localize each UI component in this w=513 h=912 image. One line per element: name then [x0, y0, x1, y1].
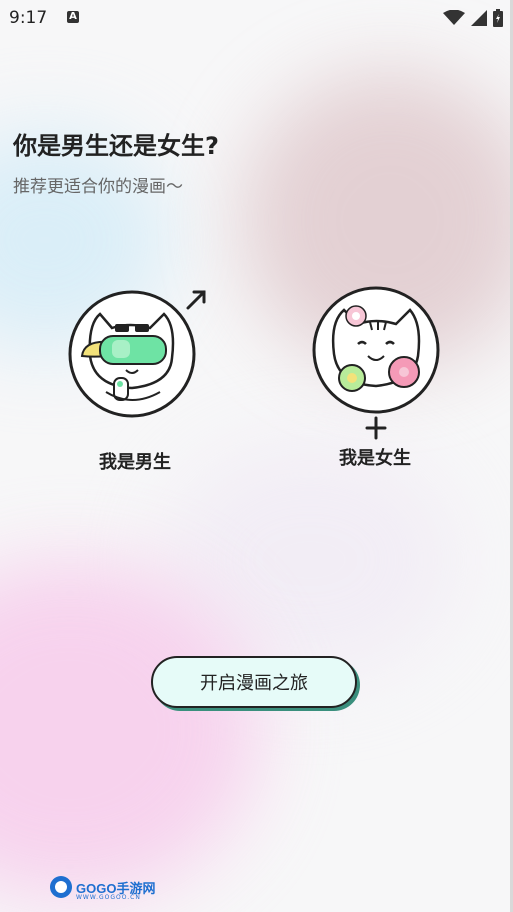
page-subtitle: 推荐更适合你的漫画～	[13, 177, 183, 197]
female-symbol-icon	[365, 416, 387, 440]
start-journey-button[interactable]: 开启漫画之旅	[151, 656, 357, 708]
male-symbol-icon	[186, 290, 206, 310]
female-choice[interactable]: 我是女生	[300, 286, 450, 470]
status-icons	[443, 9, 503, 27]
signal-icon	[471, 10, 487, 26]
page-title: 你是男生还是女生?	[13, 132, 219, 160]
status-bar: 9:17 A	[0, 0, 513, 36]
female-avatar[interactable]	[312, 286, 440, 440]
battery-icon	[493, 9, 503, 27]
a-icon: A	[67, 11, 79, 23]
male-label[interactable]: 我是男生	[60, 448, 210, 474]
wifi-icon	[443, 10, 465, 25]
watermark-url: WWW.GOGOO.CN	[76, 894, 141, 901]
male-avatar[interactable]	[68, 290, 206, 418]
status-time: 9:17	[9, 8, 48, 28]
gogo-logo-icon	[50, 876, 72, 898]
female-label[interactable]: 我是女生	[300, 444, 450, 470]
male-choice[interactable]: 我是男生	[60, 290, 210, 474]
watermark: GOGO手游网 WWW.GOGOO.CN	[50, 876, 155, 901]
